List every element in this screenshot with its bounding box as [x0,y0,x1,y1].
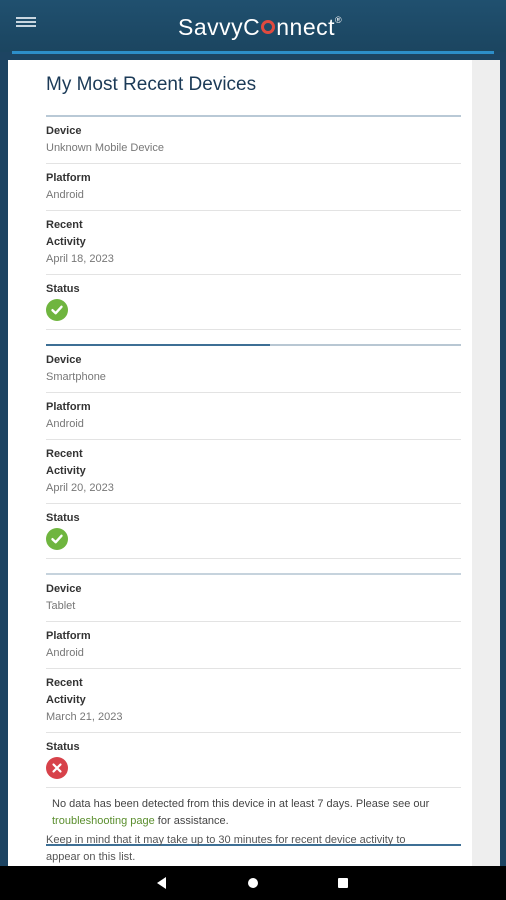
platform-field: Platform Android [46,164,461,211]
status-ok-icon [46,299,68,321]
status-field: Status [46,733,461,788]
content-area[interactable]: My Most Recent Devices Device Unknown Mo… [8,60,500,866]
recent-activity-field: Recent Activity March 21, 2023 [46,669,461,733]
recent-label: Recent [46,219,83,231]
page-title: My Most Recent Devices [46,74,257,95]
status-label: Status [46,512,80,524]
recent-activity-value: April 20, 2023 [46,482,114,494]
status-ok-icon [46,528,68,550]
note-text: No data has been detected from this devi… [52,798,430,810]
recent-apps-icon[interactable] [338,878,348,888]
platform-field: Platform Android [46,622,461,669]
activity-label: Activity [46,236,86,248]
device-block: Device Unknown Mobile Device Platform An… [46,117,461,346]
home-icon[interactable] [248,878,258,888]
logo-text-start: SavvyC [178,13,261,40]
platform-value: Android [46,189,84,201]
activity-label: Activity [46,694,86,706]
device-field: Device Unknown Mobile Device [46,117,461,164]
android-nav-bar [0,866,506,900]
back-icon[interactable] [157,877,166,889]
troubleshooting-link[interactable]: troubleshooting page [52,815,155,827]
activity-label: Activity [46,465,86,477]
device-value: Unknown Mobile Device [46,142,164,154]
recent-label: Recent [46,677,83,689]
logo-registered-mark: ® [335,15,343,25]
status-field: Status [46,504,461,559]
header-accent-stripe [12,51,494,54]
platform-label: Platform [46,401,91,413]
device-label: Device [46,354,82,366]
recent-activity-value: April 18, 2023 [46,253,114,265]
device-block: Device Tablet Platform Android Recent Ac… [46,575,461,846]
status-error-icon [46,757,68,779]
savvyconnect-logo: SavvyC nnect ® [178,13,342,41]
devices-card: My Most Recent Devices Device Unknown Mo… [8,60,472,866]
status-field: Status [46,275,461,330]
logo-o-icon [261,20,276,34]
platform-value: Android [46,647,84,659]
device-value: Tablet [46,600,76,612]
device-list: Device Unknown Mobile Device Platform An… [46,117,461,846]
recent-activity-field: Recent Activity April 20, 2023 [46,440,461,504]
platform-label: Platform [46,630,91,642]
device-block: Device Smartphone Platform Android Recen… [46,346,461,575]
recent-activity-field: Recent Activity April 18, 2023 [46,211,461,275]
device-label: Device [46,583,82,595]
app-header: SavvyC nnect ® [0,0,506,54]
platform-value: Android [46,418,84,430]
status-label: Status [46,741,80,753]
device-field: Device Smartphone [46,346,461,393]
activity-delay-note: Keep in mind that it may take up to 30 m… [46,834,406,863]
status-label: Status [46,283,80,295]
device-field: Device Tablet [46,575,461,622]
menu-icon[interactable] [16,14,36,30]
logo-text-end: nnect [276,13,336,40]
platform-field: Platform Android [46,393,461,440]
device-value: Smartphone [46,371,106,383]
recent-label: Recent [46,448,83,460]
recent-activity-value: March 21, 2023 [46,711,123,723]
platform-label: Platform [46,172,91,184]
device-label: Device [46,125,82,137]
note-text-end: for assistance. [154,815,229,827]
